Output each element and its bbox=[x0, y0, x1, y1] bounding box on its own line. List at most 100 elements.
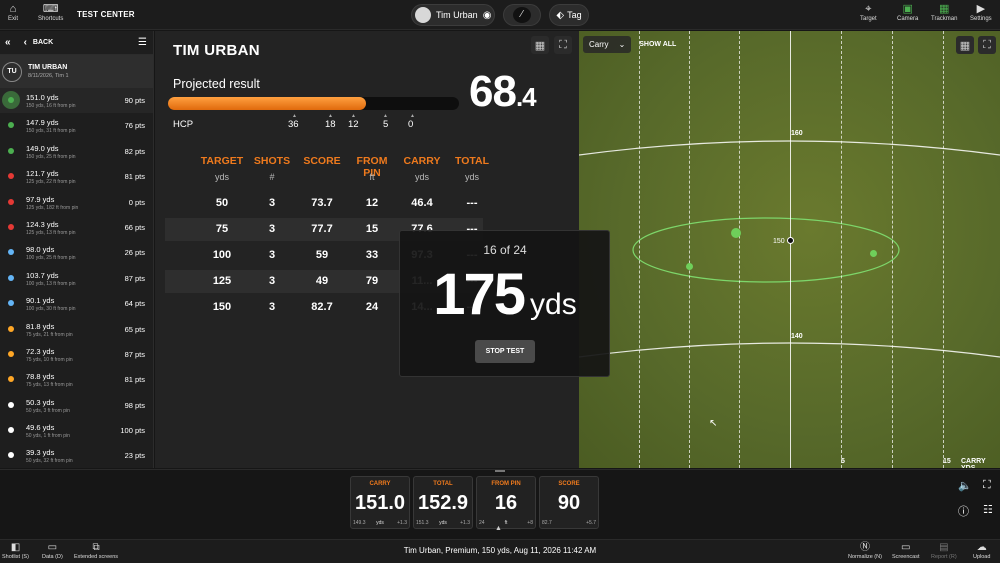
pin-marker bbox=[787, 237, 794, 244]
report-button[interactable]: ▤ Report (R) bbox=[931, 542, 957, 560]
shot-detail: 75 yds, 21 ft from pin bbox=[26, 331, 73, 338]
info-icon[interactable]: ⓘ bbox=[958, 503, 969, 519]
collapse-icon[interactable]: « bbox=[5, 37, 11, 48]
lane-line bbox=[739, 31, 740, 468]
home-icon: ⌂ bbox=[9, 3, 17, 15]
lateral-label: 5 bbox=[841, 458, 845, 465]
shot-points: 81 pts bbox=[124, 375, 145, 385]
shot-list-item[interactable]: 90.1 yds 100 yds, 30 ft from pin 64 pts bbox=[0, 291, 153, 316]
normalize-button[interactable]: Ⓝ Normalize (N) bbox=[848, 542, 882, 560]
shot-distance: 97.9 yds bbox=[26, 194, 55, 204]
player-selector[interactable]: Tim Urban ◉ bbox=[411, 4, 495, 26]
user-card[interactable]: TU TIM URBAN 8/11/2026, Tim 1 bbox=[0, 55, 153, 88]
shot-color-dot bbox=[8, 350, 14, 357]
speaker-icon[interactable]: 🔈 bbox=[958, 479, 972, 492]
user-session: 8/11/2026, Tim 1 bbox=[28, 73, 69, 79]
shot-list-item[interactable]: 39.3 yds 50 yds, 32 ft from pin 23 pts bbox=[0, 443, 153, 468]
fullscreen-button[interactable]: ⛶ bbox=[978, 36, 996, 54]
lane-line bbox=[841, 31, 842, 468]
expand-icon[interactable]: ⛶ bbox=[983, 479, 991, 492]
shot-list-item[interactable]: 50.3 yds 50 yds, 3 ft from pin 98 pts bbox=[0, 393, 153, 418]
target-label-150: 150 bbox=[773, 238, 785, 245]
settings-button[interactable]: ▶ Settings bbox=[970, 3, 992, 22]
stop-test-button[interactable]: STOP TEST bbox=[475, 340, 535, 363]
shot-distance: 147.9 yds bbox=[26, 118, 59, 128]
target-distance: 175 yds bbox=[433, 262, 577, 327]
club-icon: ⁄ bbox=[513, 7, 531, 23]
grid-icon: ▦ bbox=[959, 39, 971, 52]
shot-list-item[interactable]: 103.7 yds 100 yds, 13 ft from pin 87 pts bbox=[0, 266, 153, 291]
target-button[interactable]: ⌖ Target bbox=[860, 3, 877, 22]
table-cell: 82.7 bbox=[311, 301, 333, 313]
projected-score: 68.4 bbox=[469, 67, 537, 116]
show-all-button[interactable]: SHOW ALL bbox=[639, 41, 676, 48]
metric-unit: ft bbox=[504, 520, 508, 526]
upload-button[interactable]: ☁ Upload bbox=[973, 542, 990, 560]
hcp-value: 12 bbox=[348, 119, 359, 130]
shot-color-dot bbox=[8, 376, 14, 383]
distance-label-140: 140 bbox=[791, 333, 803, 340]
metric-card[interactable]: TOTAL 152.9 151.3 yds +1.3 bbox=[413, 476, 473, 529]
shot-list-item[interactable]: 151.0 yds 150 yds, 16 ft from pin 90 pts bbox=[0, 88, 153, 114]
table-cell: 79 bbox=[365, 275, 379, 287]
shot-landing-dot[interactable] bbox=[686, 263, 693, 270]
sliders-icon[interactable]: ☷ bbox=[983, 503, 993, 516]
table-cell: 75 bbox=[215, 223, 229, 235]
shot-list-item[interactable]: 98.0 yds 100 yds, 25 ft from pin 26 pts bbox=[0, 240, 153, 265]
menu-icon[interactable]: ☰ bbox=[138, 37, 147, 48]
table-cell: 100 bbox=[212, 249, 232, 261]
shot-list-item[interactable]: 149.0 yds 150 yds, 25 ft from pin 82 pts bbox=[0, 139, 153, 164]
table-cell: 3 bbox=[268, 249, 276, 261]
shot-list-item[interactable]: 97.9 yds 125 yds, 182 ft from pin 0 pts bbox=[0, 190, 153, 215]
exit-button[interactable]: ⌂ Exit bbox=[8, 3, 18, 22]
metric-card[interactable]: SCORE 90 82.7 +5.7 bbox=[539, 476, 599, 529]
fullscreen-button[interactable]: ⛶ bbox=[554, 36, 572, 54]
hcp-value: 36 bbox=[288, 119, 299, 130]
metric-label: TOTAL bbox=[433, 481, 453, 487]
shot-points: 26 pts bbox=[124, 248, 145, 258]
table-cell: 50 bbox=[215, 197, 229, 209]
shot-list-item[interactable]: 72.3 yds 75 yds, 10 ft from pin 87 pts bbox=[0, 342, 153, 367]
shot-distance: 103.7 yds bbox=[26, 270, 59, 280]
back-arrow-icon[interactable]: ‹ bbox=[24, 37, 27, 48]
shot-list-item[interactable]: 81.8 yds 75 yds, 21 ft from pin 65 pts bbox=[0, 317, 153, 342]
shot-color-dot bbox=[8, 249, 14, 256]
shot-list-item[interactable]: 49.6 yds 50 yds, 1 ft from pin 100 pts bbox=[0, 418, 153, 443]
shortcuts-button[interactable]: ⌨ Shortcuts bbox=[38, 3, 63, 22]
screencast-button[interactable]: ▭ Screencast bbox=[892, 542, 920, 560]
shot-list-item[interactable]: 78.8 yds 75 yds, 13 ft from pin 81 pts bbox=[0, 367, 153, 392]
shot-distance: 149.0 yds bbox=[26, 143, 59, 153]
back-button[interactable]: BACK bbox=[33, 39, 53, 46]
shot-detail: 150 yds, 31 ft from pin bbox=[26, 128, 76, 135]
shot-points: 87 pts bbox=[124, 273, 145, 283]
shot-list-item[interactable]: 121.7 yds 125 yds, 22 ft from pin 81 pts bbox=[0, 164, 153, 189]
shot-landing-dot[interactable] bbox=[870, 250, 877, 257]
shot-detail: 100 yds, 13 ft from pin bbox=[26, 280, 76, 287]
metric-card[interactable]: CARRY 151.0 149.3 yds +1.3 bbox=[350, 476, 410, 529]
shot-distance: 90.1 yds bbox=[26, 296, 55, 306]
column-header: TARGET bbox=[200, 155, 244, 167]
shot-points: 66 pts bbox=[124, 222, 145, 232]
drag-handle[interactable] bbox=[495, 470, 505, 472]
grid-view-button[interactable]: ▦ bbox=[956, 36, 974, 54]
shot-points: 98 pts bbox=[124, 400, 145, 410]
table-cell: 33 bbox=[365, 249, 379, 261]
shot-color-dot bbox=[8, 173, 14, 180]
camera-button[interactable]: ▣ Camera bbox=[897, 3, 918, 22]
metric-dropdown[interactable]: Carry ⌄ SHOW ALL bbox=[583, 36, 676, 53]
tag-button[interactable]: ⬖ Tag bbox=[549, 4, 589, 26]
shot-list-item[interactable]: 124.3 yds 125 yds, 13 ft from pin 66 pts bbox=[0, 215, 153, 240]
lane-line bbox=[639, 31, 640, 468]
chevron-up-icon[interactable]: ▲ bbox=[495, 525, 502, 532]
trackman-button[interactable]: ▦ Trackman bbox=[931, 3, 957, 22]
metric-card[interactable]: FROM PIN 16 24 ft +8 bbox=[476, 476, 536, 529]
shot-landing-dot[interactable] bbox=[731, 228, 741, 238]
shot-list-item[interactable]: 147.9 yds 150 yds, 31 ft from pin 76 pts bbox=[0, 113, 153, 138]
shot-color-dot bbox=[8, 427, 14, 434]
chevron-down-icon: ⌄ bbox=[618, 40, 626, 49]
shot-detail: 150 yds, 16 ft from pin bbox=[26, 103, 76, 109]
club-selector[interactable]: ⁄ bbox=[503, 4, 541, 26]
shot-counter: 16 of 24 bbox=[483, 243, 527, 257]
range-view[interactable]: Carry ⌄ SHOW ALL ▦ ⛶ 160 150 140 5 15 CA… bbox=[579, 31, 1000, 468]
grid-view-button[interactable]: ▦ bbox=[531, 36, 549, 54]
